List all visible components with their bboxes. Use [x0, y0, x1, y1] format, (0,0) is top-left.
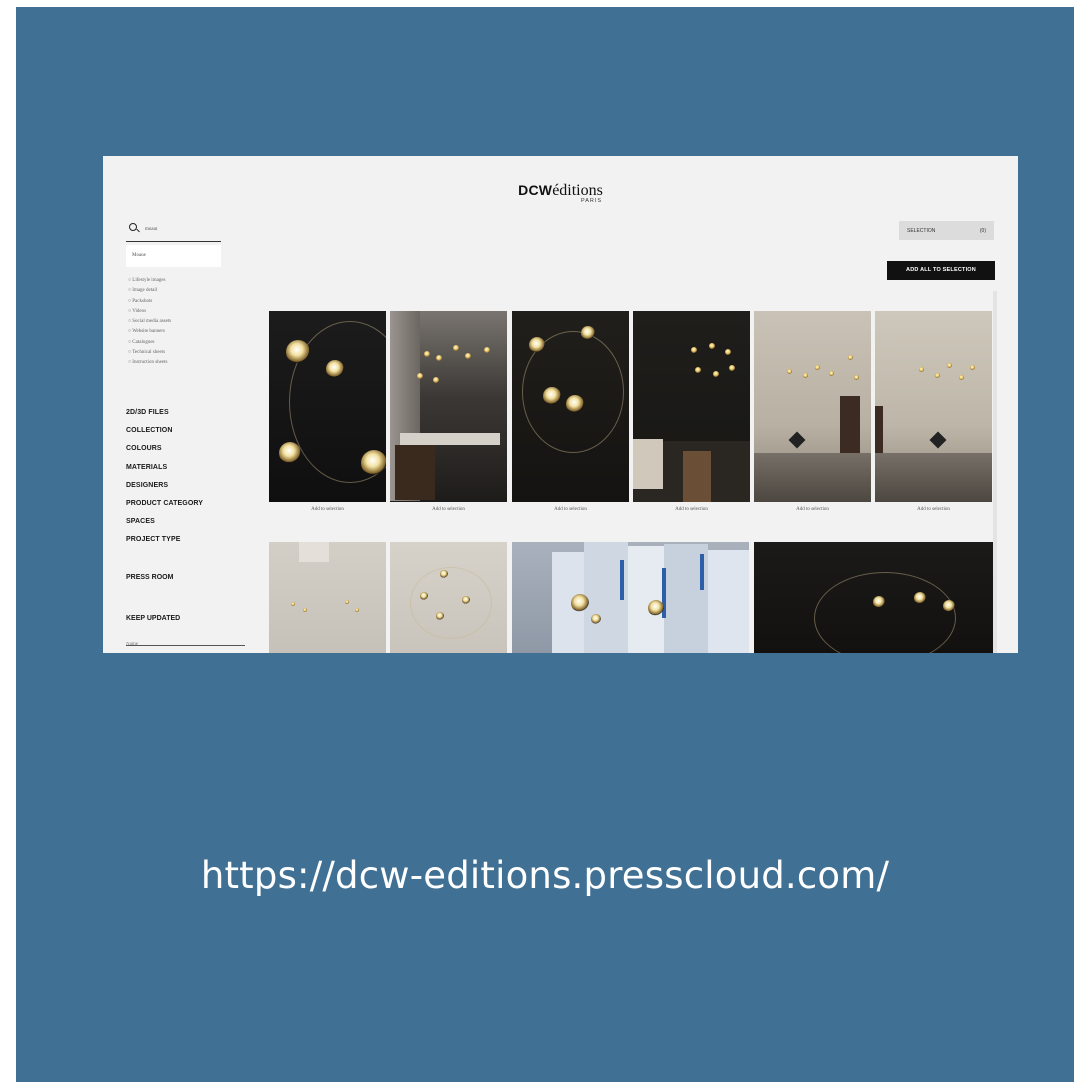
selection-counter[interactable]: SELECTION (0)	[899, 221, 994, 240]
gallery-image-6[interactable]	[875, 311, 992, 502]
add-to-selection-link[interactable]: Add to selection	[633, 507, 750, 512]
nav-colours[interactable]: COLOURS	[126, 440, 203, 458]
search-input[interactable]	[145, 222, 217, 236]
gallery-image-2[interactable]	[390, 311, 507, 502]
newsletter-name-field[interactable]	[126, 632, 245, 647]
filter-image-detail[interactable]: ○ Image detail	[128, 286, 171, 296]
search-suggestion[interactable]: Moaue	[126, 245, 221, 267]
filter-website-banners[interactable]: ○ Website banners	[128, 327, 171, 337]
selection-label: SELECTION	[907, 228, 936, 234]
add-to-selection-link[interactable]: Add to selection	[875, 507, 992, 512]
website-screenshot: DCWéditions PARIS Moaue ○ Lifestyle imag…	[103, 156, 1018, 653]
gallery-image-5[interactable]	[754, 311, 871, 502]
asset-type-filters: ○ Lifestyle images ○ Image detail ○ Pack…	[128, 276, 171, 369]
brand-name-light: éditions	[552, 182, 603, 199]
filter-instruction-sheets[interactable]: ○ Instruction sheets	[128, 358, 171, 368]
add-to-selection-link[interactable]: Add to selection	[512, 507, 629, 512]
brand-name-bold: DCW	[518, 182, 553, 198]
gallery-image-9[interactable]	[512, 542, 749, 653]
selection-count: (0)	[979, 228, 986, 234]
name-input[interactable]	[126, 642, 236, 647]
filter-packshots[interactable]: ○ Packshots	[128, 297, 171, 307]
nav-2d3d-files[interactable]: 2D/3D FILES	[126, 404, 203, 422]
scrollbar[interactable]	[993, 291, 997, 653]
nav-project-type[interactable]: PROJECT TYPE	[126, 531, 203, 549]
add-to-selection-link[interactable]: Add to selection	[390, 507, 507, 512]
filter-lifestyle-images[interactable]: ○ Lifestyle images	[128, 276, 171, 286]
gallery-image-3[interactable]	[512, 311, 629, 502]
gallery-image-10[interactable]	[754, 542, 993, 653]
filter-videos[interactable]: ○ Videos	[128, 307, 171, 317]
filter-technical-sheets[interactable]: ○ Technical sheets	[128, 348, 171, 358]
add-to-selection-link[interactable]: Add to selection	[754, 507, 871, 512]
sidebar-nav: 2D/3D FILES COLLECTION COLOURS MATERIALS…	[126, 404, 203, 550]
nav-spaces[interactable]: SPACES	[126, 513, 203, 531]
footer-url[interactable]: https://dcw-editions.presscloud.com/	[0, 854, 1090, 897]
nav-materials[interactable]: MATERIALS	[126, 459, 203, 477]
search-icon[interactable]	[129, 223, 137, 231]
gallery-image-7[interactable]	[269, 542, 386, 653]
nav-product-category[interactable]: PRODUCT CATEGORY	[126, 495, 203, 513]
add-all-to-selection-button[interactable]: ADD ALL TO SELECTION	[887, 261, 995, 280]
filter-catalogues[interactable]: ○ Catalogues	[128, 338, 171, 348]
filter-social-media-assets[interactable]: ○ Social media assets	[128, 317, 171, 327]
nav-collection[interactable]: COLLECTION	[126, 422, 203, 440]
gallery-image-4[interactable]	[633, 311, 750, 502]
brand-logo[interactable]: DCWéditions PARIS	[103, 182, 1018, 204]
nav-designers[interactable]: DESIGNERS	[126, 477, 203, 495]
nav-press-room[interactable]: PRESS ROOM	[126, 574, 173, 581]
gallery-image-8[interactable]	[390, 542, 507, 653]
search-box[interactable]	[126, 222, 221, 242]
add-to-selection-link[interactable]: Add to selection	[269, 507, 386, 512]
gallery-image-1[interactable]	[269, 311, 386, 502]
newsletter-title: KEEP UPDATED	[126, 615, 181, 622]
